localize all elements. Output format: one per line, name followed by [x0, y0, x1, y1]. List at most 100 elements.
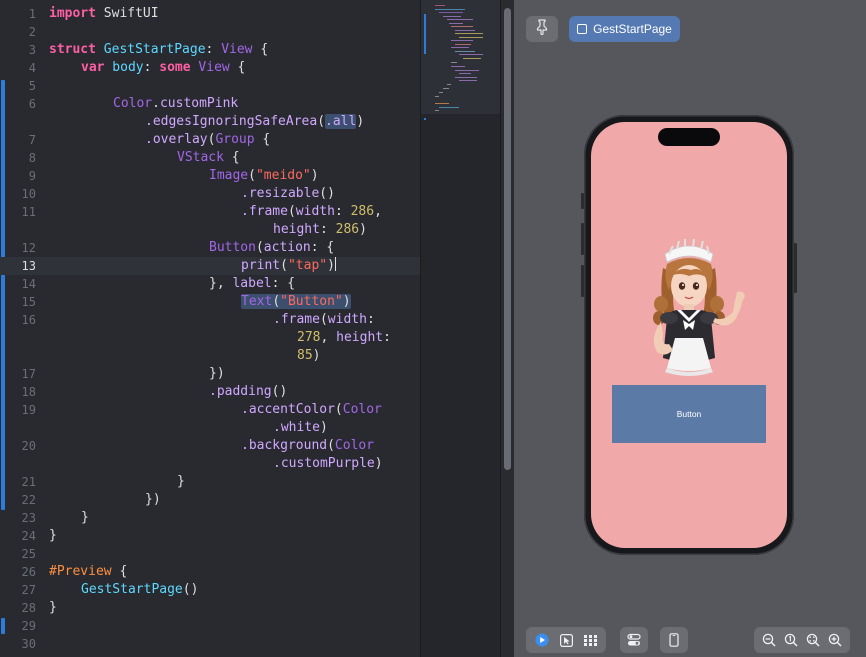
minimap-line: [459, 54, 483, 55]
minimap-line: [455, 77, 477, 78]
preview-button-label: Button: [676, 409, 702, 419]
code-line-15[interactable]: Text("Button"): [241, 293, 351, 311]
line-number: 20: [21, 439, 36, 453]
minimap[interactable]: [420, 0, 501, 657]
variants-grid-icon[interactable]: [582, 632, 598, 648]
zoom-out-icon[interactable]: [761, 632, 777, 648]
code-line-13[interactable]: print("tap"): [241, 257, 336, 275]
code-line-4[interactable]: var body: some View {: [81, 59, 245, 77]
line-number: 24: [21, 529, 36, 543]
line-number: 7: [28, 133, 36, 147]
code-line-20-wrap[interactable]: .customPurple): [273, 455, 383, 473]
code-line-10[interactable]: .resizable(): [241, 185, 335, 203]
minimap-line: [463, 58, 481, 59]
selectable-cursor-icon[interactable]: [558, 632, 574, 648]
line-number: 5: [28, 79, 36, 93]
minimap-line: [455, 44, 471, 45]
minimap-line: [459, 80, 477, 81]
code-line-3[interactable]: struct GestStartPage: View {: [49, 41, 268, 59]
zoom-controls: [754, 627, 850, 653]
line-number: 1: [28, 7, 36, 21]
minimap-line: [455, 30, 475, 31]
minimap-viewport[interactable]: [421, 0, 501, 114]
preview-page-label: GestStartPage: [593, 22, 672, 36]
code-line-20[interactable]: .background(Color: [241, 437, 374, 455]
line-number: 30: [21, 637, 36, 651]
minimap-line: [439, 12, 463, 13]
zoom-in-icon[interactable]: [827, 632, 843, 648]
minimap-line: [451, 66, 465, 67]
line-number: 19: [21, 403, 36, 417]
code-line-24[interactable]: }: [49, 527, 57, 545]
line-number: 3: [28, 43, 36, 57]
minimap-line: [439, 92, 443, 93]
line-number: 28: [21, 601, 36, 615]
line-number: 4: [28, 61, 36, 75]
code-line-6[interactable]: Color.customPink: [113, 95, 238, 113]
code-editor[interactable]: 1 2 3 4 5 6 7 8 9 10 11 12 13 14 15 16 17 18 19 20 21 22 23 24 2…: [0, 0, 420, 657]
code-line-11[interactable]: .frame(width: 286,: [241, 203, 382, 221]
code-line-1[interactable]: import SwiftUI: [49, 5, 159, 23]
code-line-28[interactable]: }: [49, 599, 57, 617]
code-line-17[interactable]: }): [209, 365, 225, 383]
preview-button[interactable]: Button: [612, 385, 766, 443]
device-settings-button[interactable]: [620, 627, 648, 653]
minimap-line: [455, 51, 475, 52]
code-line-19-wrap[interactable]: .white): [273, 419, 328, 437]
line-number: 22: [21, 493, 36, 507]
live-play-icon[interactable]: [534, 632, 550, 648]
zoom-fit-icon[interactable]: [805, 632, 821, 648]
minimap-line: [435, 110, 439, 111]
code-line-16[interactable]: .frame(width:: [273, 311, 375, 329]
line-number: 18: [21, 385, 36, 399]
code-line-11-wrap[interactable]: height: 286): [273, 221, 367, 239]
scrollbar-thumb[interactable]: [504, 8, 511, 470]
minimap-line: [459, 73, 471, 74]
minimap-line: [435, 96, 439, 97]
code-line-16-wrap2[interactable]: 85): [297, 347, 320, 365]
minimap-line: [435, 5, 445, 6]
code-line-27[interactable]: GestStartPage(): [81, 581, 198, 599]
minimap-line: [439, 107, 459, 108]
zoom-actual-icon[interactable]: [783, 632, 799, 648]
line-number: 10: [21, 187, 36, 201]
line-number: 29: [21, 619, 36, 633]
current-line-highlight: [0, 257, 420, 275]
preview-mode-group: [526, 627, 606, 653]
line-number: 23: [21, 511, 36, 525]
device-action-button: [581, 193, 584, 209]
line-number: 8: [28, 151, 36, 165]
line-number: 25: [21, 547, 36, 561]
minimap-line: [443, 16, 461, 17]
minimap-change-marker: [424, 14, 426, 54]
line-number: 6: [28, 97, 36, 111]
minimap-line: [451, 26, 473, 27]
text-caret: [334, 257, 336, 271]
line-number: 21: [21, 475, 36, 489]
line-number: 14: [21, 277, 36, 291]
code-line-12[interactable]: Button(action: {: [209, 239, 334, 257]
code-line-16-wrap[interactable]: 278, height:: [297, 329, 391, 347]
code-line-19[interactable]: .accentColor(Color: [241, 401, 382, 419]
code-line-7[interactable]: .overlay(Group {: [145, 131, 270, 149]
code-line-26[interactable]: #Preview {: [49, 563, 127, 581]
code-line-8[interactable]: VStack {: [177, 149, 240, 167]
code-line-23[interactable]: }: [81, 509, 89, 527]
device-volume-down: [581, 265, 584, 297]
maid-image: [653, 238, 745, 376]
code-line-18[interactable]: .padding(): [209, 383, 287, 401]
device-frame: Button: [581, 115, 797, 555]
code-line-21[interactable]: }: [177, 473, 185, 491]
device-button[interactable]: [660, 627, 688, 653]
view-icon: [577, 24, 588, 34]
minimap-change-marker: [424, 118, 426, 120]
pin-button[interactable]: [526, 16, 558, 42]
pin-icon: [535, 18, 549, 40]
preview-page-chip[interactable]: GestStartPage: [569, 16, 680, 42]
code-line-22[interactable]: }): [145, 491, 161, 509]
code-line-6-wrap[interactable]: .edgesIgnoringSafeArea(.all): [145, 113, 364, 131]
dynamic-island: [658, 128, 720, 146]
code-line-14[interactable]: }, label: {: [209, 275, 295, 293]
editor-scrollbar[interactable]: [500, 0, 515, 657]
code-line-9[interactable]: Image("meido"): [209, 167, 319, 185]
